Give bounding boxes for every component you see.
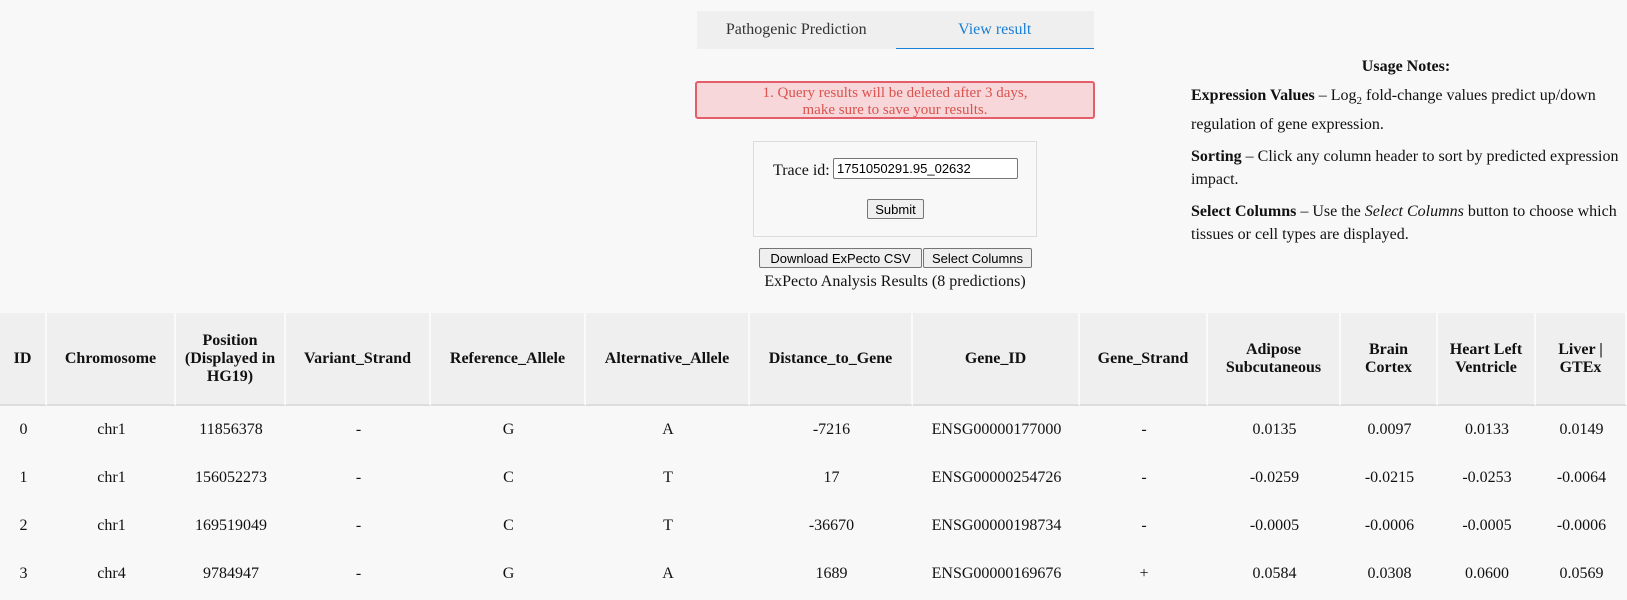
trace-id-label: Trace id: — [773, 162, 830, 179]
column-header[interactable]: Position (Displayed in HG19) — [176, 313, 286, 406]
table-cell: -0.0215 — [1364, 469, 1415, 486]
table-cell: 0.0569 — [1559, 565, 1604, 582]
table-cell: ENSG00000169676 — [931, 565, 1062, 582]
select-columns-button[interactable]: Select Columns — [923, 248, 1032, 268]
table-row: 3 chr4 9784947 - G A 1689 ENSG0000016967… — [0, 550, 1627, 598]
table-row: 2 chr1 169519049 - C T -36670 ENSG000001… — [0, 502, 1627, 550]
table-cell: 1689 — [815, 565, 848, 582]
table-cell: - — [355, 517, 362, 534]
table-cell: 0 — [19, 421, 28, 438]
table-cell: A — [662, 421, 674, 438]
table-cell: -0.0253 — [1462, 469, 1512, 486]
column-header[interactable]: Gene_Strand — [1080, 313, 1208, 406]
table-cell: -36670 — [808, 517, 855, 534]
note-term: Sorting — [1191, 148, 1242, 166]
table-cell: chr1 — [97, 469, 126, 486]
tab-bar: Pathogenic Prediction View result — [697, 11, 1094, 49]
tab-pathogenic-prediction[interactable]: Pathogenic Prediction — [697, 11, 896, 49]
table-cell: 0.0135 — [1252, 421, 1297, 438]
table-cell: - — [1141, 469, 1147, 486]
table-cell: 11856378 — [199, 421, 263, 438]
results-table-container[interactable]: ID Chromosome Position (Displayed in HG1… — [0, 313, 1627, 600]
note-emphasis: Select Columns — [1364, 203, 1464, 221]
table-cell: 1 — [19, 469, 28, 486]
table-cell: 169519049 — [195, 517, 267, 534]
table-header-row: ID Chromosome Position (Displayed in HG1… — [0, 313, 1627, 406]
table-cell: C — [503, 469, 514, 486]
column-header[interactable]: Chromosome — [47, 313, 176, 406]
column-header[interactable]: Heart Left Ventricle — [1438, 313, 1536, 406]
table-cell: A — [662, 565, 674, 582]
table-row: 1 chr1 156052273 - C T 17 ENSG0000025472… — [0, 454, 1627, 502]
table-cell: 9784947 — [203, 565, 259, 582]
note-sorting: Sorting – Click any column header to sor… — [1191, 145, 1621, 191]
table-cell: ENSG00000177000 — [931, 421, 1062, 438]
submit-button[interactable]: Submit — [867, 199, 924, 219]
retention-warning-alert: 1. Query results will be deleted after 3… — [695, 81, 1095, 119]
download-csv-button[interactable]: Download ExPecto CSV — [759, 248, 922, 268]
table-cell: -7216 — [812, 421, 851, 438]
table-cell: 0.0308 — [1367, 565, 1412, 582]
note-term: Select Columns — [1191, 203, 1297, 221]
column-header[interactable]: Gene_ID — [913, 313, 1080, 406]
table-cell: -0.0006 — [1364, 517, 1415, 534]
column-header[interactable]: Reference_Allele — [431, 313, 586, 406]
table-cell: - — [355, 421, 362, 438]
column-header[interactable]: Distance_to_Gene — [750, 313, 913, 406]
table-cell: 0.0133 — [1465, 421, 1509, 438]
table-cell: G — [502, 421, 515, 438]
table-cell: T — [663, 517, 673, 534]
table-cell: T — [663, 469, 673, 486]
trace-id-input[interactable] — [833, 158, 1018, 179]
table-cell: C — [503, 517, 514, 534]
note-select-columns: Select Columns – Use the Select Columns … — [1191, 200, 1621, 246]
note-term: Expression Values — [1191, 87, 1315, 104]
page: Pathogenic Prediction View result 1. Que… — [0, 0, 1627, 600]
table-cell: 156052273 — [195, 469, 267, 486]
table-cell: G — [502, 565, 515, 582]
results-table: ID Chromosome Position (Displayed in HG1… — [0, 313, 1627, 598]
table-cell: -0.0259 — [1249, 469, 1300, 486]
column-header[interactable]: Alternative_Allele — [586, 313, 750, 406]
table-cell: 0.0600 — [1465, 565, 1509, 582]
table-cell: 2 — [19, 517, 28, 534]
table-cell: - — [355, 469, 362, 486]
table-cell: chr4 — [97, 565, 126, 582]
alert-line-1: 1. Query results will be deleted after 3… — [762, 85, 1028, 101]
table-cell: 0.0149 — [1559, 421, 1604, 438]
table-row: 0 chr1 11856378 - G A -7216 ENSG00000177… — [0, 406, 1627, 454]
table-cell: -0.0064 — [1556, 469, 1607, 486]
note-text: – Log — [1314, 87, 1357, 104]
table-cell: 0.0097 — [1367, 421, 1412, 438]
column-header[interactable]: Brain Cortex — [1341, 313, 1438, 406]
table-cell: 0.0584 — [1252, 565, 1297, 582]
table-cell: ENSG00000198734 — [931, 517, 1062, 534]
note-expression-values: Expression Values – Log2 fold-change val… — [1191, 84, 1621, 136]
table-cell: - — [1141, 517, 1147, 534]
results-caption: ExPecto Analysis Results (8 predictions) — [764, 273, 1026, 290]
table-cell: ENSG00000254726 — [931, 469, 1062, 486]
column-header[interactable]: Adipose Subcutaneous — [1208, 313, 1341, 406]
table-cell: chr1 — [97, 421, 126, 438]
table-cell: -0.0006 — [1556, 517, 1607, 534]
table-cell: 17 — [823, 469, 840, 486]
table-cell: -0.0005 — [1462, 517, 1512, 534]
note-text: – Use the — [1296, 203, 1365, 221]
usage-notes-title: Usage Notes: — [1361, 58, 1451, 75]
table-cell: + — [1139, 565, 1149, 582]
alert-line-2: make sure to save your results. — [802, 102, 988, 118]
column-header[interactable]: Variant_Strand — [286, 313, 431, 406]
table-cell: 3 — [19, 565, 28, 582]
table-cell: -0.0005 — [1249, 517, 1300, 534]
column-header[interactable]: Liver | GTEx — [1536, 313, 1627, 406]
table-cell: - — [1141, 421, 1147, 438]
trace-id-form: Trace id: Submit — [753, 141, 1037, 237]
tab-view-result[interactable]: View result — [895, 11, 1094, 49]
column-header[interactable]: ID — [0, 313, 47, 406]
note-text: – Click any column header to sort by pre… — [1191, 148, 1619, 189]
table-cell: - — [355, 565, 362, 582]
usage-notes: Usage Notes: Expression Values – Log2 fo… — [1191, 55, 1621, 255]
table-cell: chr1 — [97, 517, 126, 534]
